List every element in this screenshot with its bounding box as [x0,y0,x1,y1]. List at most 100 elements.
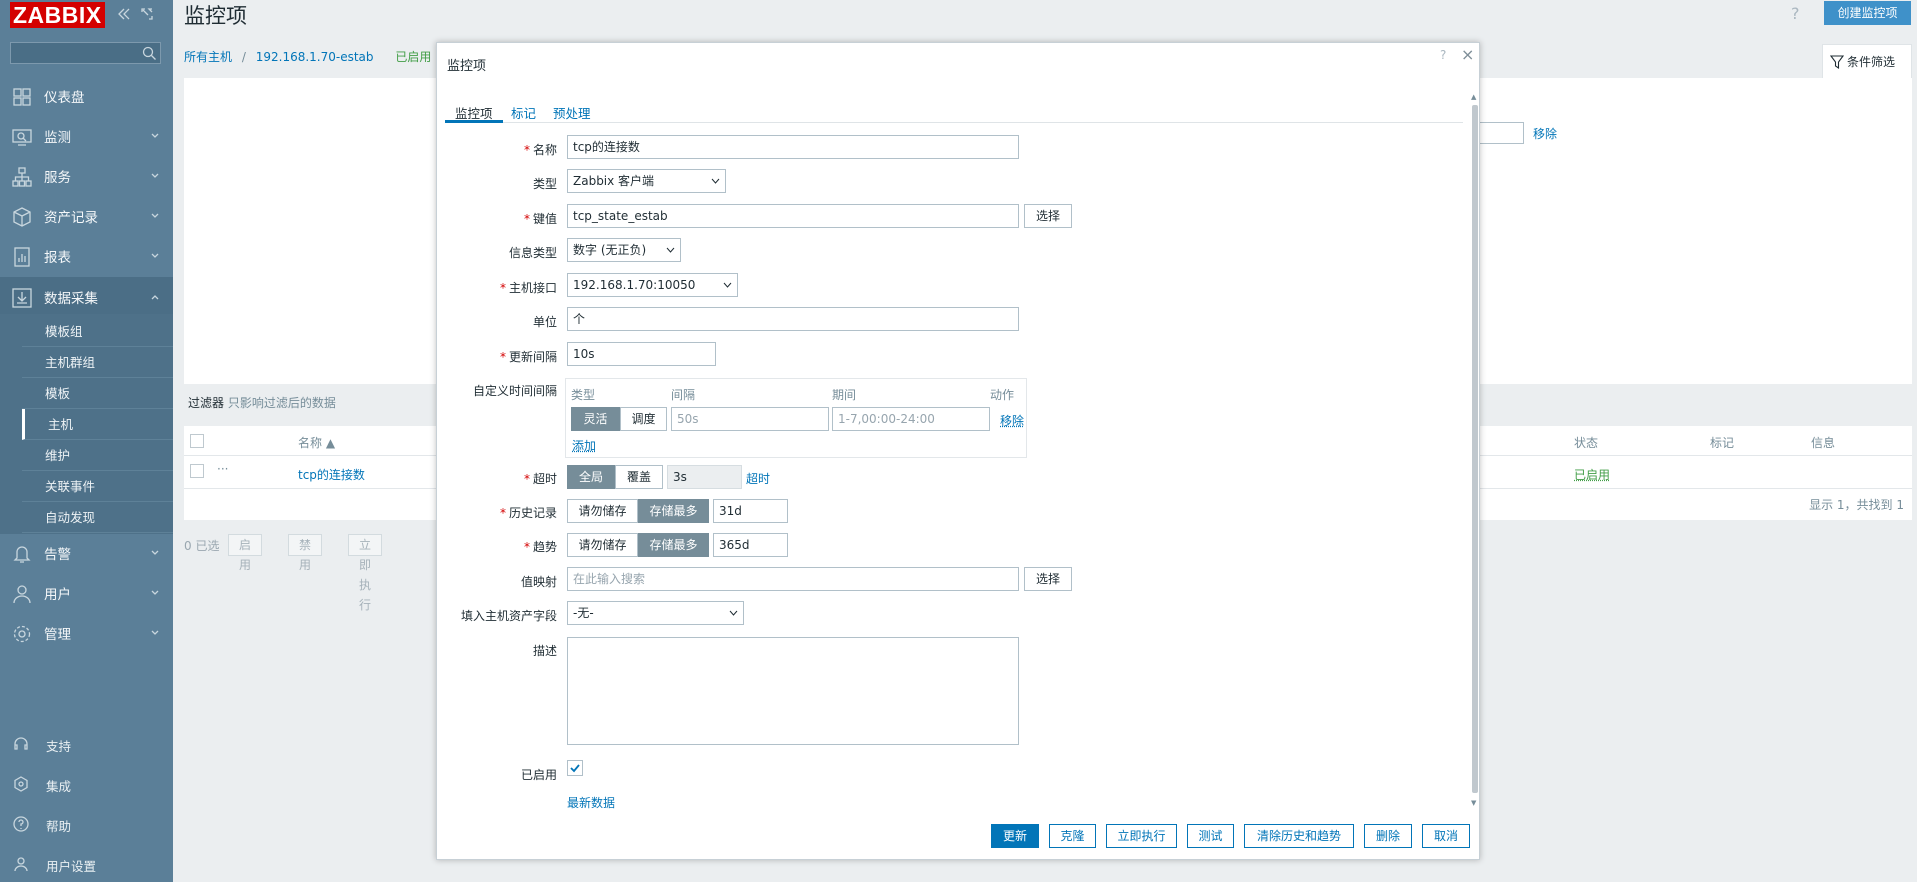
breadcrumb-all-hosts[interactable]: 所有主机 [184,50,232,64]
more-icon[interactable]: ··· [217,462,228,476]
custom-remove-link[interactable]: 移除 [1000,412,1024,429]
trends-do-not-store-toggle[interactable]: 请勿储存 [567,533,638,557]
menu-user-settings[interactable]: 用户设置 [0,847,173,881]
menu-data-collection[interactable]: 数据采集 [0,277,173,317]
custom-add-link[interactable]: 添加 [572,437,596,454]
data-collection-icon [12,288,32,308]
menu-support[interactable]: 支持 [0,727,173,761]
menu-reports[interactable]: 报表 [0,236,173,276]
timeout-input[interactable]: 3s [667,465,742,489]
item-name-link[interactable]: tcp的连接数 [298,466,365,483]
select-all-checkbox[interactable] [190,434,204,448]
collapse-sidebar-icon[interactable] [117,7,131,21]
menu-administration[interactable]: 管理 [0,613,173,653]
clear-history-button[interactable]: 清除历史和趋势 [1244,824,1354,848]
tab-tags[interactable]: 标记 [501,103,546,123]
custom-period-input[interactable]: 1-7,00:00-24:00 [832,407,990,431]
custom-interval-input[interactable]: 50s [671,407,829,431]
mass-execute-button[interactable]: 立即执行 [348,534,383,612]
item-status[interactable]: 已启用 [1574,466,1610,483]
description-textarea[interactable] [567,637,1019,745]
interface-select[interactable]: 192.168.1.70:10050 [567,273,738,297]
history-store-up-to-toggle[interactable]: 存储最多 [638,499,709,523]
timeout-global-toggle[interactable]: 全局 [567,465,615,489]
trends-input[interactable]: 365d [713,533,788,557]
column-header-status[interactable]: 状态 [1574,434,1598,451]
column-header-name[interactable]: 名称 ▲ [298,434,335,451]
submenu-discovery[interactable]: 自动发现 [22,502,173,533]
units-input[interactable]: 个 [567,307,1019,331]
breadcrumb-host[interactable]: 192.168.1.70-estab [256,50,374,64]
submenu-host-groups[interactable]: 主机群组 [22,347,173,378]
kiosk-mode-icon[interactable] [140,7,154,21]
menu-alerts[interactable]: 告警 [0,533,173,573]
test-button[interactable]: 测试 [1187,824,1234,848]
cancel-button[interactable]: 取消 [1422,824,1470,848]
menu-label: 管理 [44,627,71,643]
key-select-button[interactable]: 选择 [1024,204,1072,228]
row-checkbox[interactable] [190,464,204,478]
dialog-help-icon[interactable]: ? [1440,48,1446,62]
submenu-event-correlation[interactable]: 关联事件 [22,471,173,502]
tab-preprocessing[interactable]: 预处理 [543,103,601,123]
history-label: * 历史记录 [499,506,557,520]
scroll-thumb[interactable] [1472,105,1478,793]
inventory-select[interactable]: -无- [567,601,744,625]
menu-users[interactable]: 用户 [0,573,173,613]
mass-disable-button[interactable]: 禁用 [288,534,323,572]
menu-inventory[interactable]: 资产记录 [0,196,173,236]
zabbix-logo[interactable]: ZABBIX [10,2,105,28]
type-select[interactable]: Zabbix 客户端 [567,169,726,193]
help-icon[interactable]: ? [1791,4,1800,23]
sidebar-search-input[interactable] [10,42,161,64]
info-type-select[interactable]: 数字 (无正负) [567,238,681,262]
chevron-down-icon [151,590,159,595]
chevron-down-icon [151,253,159,258]
menu-label: 仪表盘 [44,90,85,106]
submenu-hosts[interactable]: 主机 [22,409,173,440]
filter-remove-link[interactable]: 移除 [1533,125,1557,142]
update-button[interactable]: 更新 [991,824,1039,848]
menu-help[interactable]: 帮助 [0,807,173,841]
menu-monitoring[interactable]: 监测 [0,116,173,156]
menu-dashboard[interactable]: 仪表盘 [0,76,173,116]
scroll-up-icon[interactable]: ▲ [1471,93,1476,101]
value-map-input[interactable]: 在此输入搜索 [567,567,1019,591]
update-interval-input[interactable]: 10s [567,342,716,366]
col-interval: 间隔 [671,388,696,402]
col-action: 动作 [990,388,1015,402]
dialog-scrollbar[interactable]: ▲ ▼ [1471,93,1479,809]
value-map-select-button[interactable]: 选择 [1024,567,1072,591]
history-do-not-store-toggle[interactable]: 请勿储存 [567,499,638,523]
enabled-checkbox[interactable] [567,760,583,776]
name-input[interactable]: tcp的连接数 [567,135,1019,159]
filter-tab[interactable]: 条件筛选 [1822,44,1912,78]
history-input[interactable]: 31d [713,499,788,523]
delete-button[interactable]: 删除 [1364,824,1412,848]
create-item-button[interactable]: 创建监控项 [1824,1,1911,25]
submenu-templates[interactable]: 模板 [22,378,173,409]
latest-data-link[interactable]: 最新数据 [567,794,615,811]
execute-now-button[interactable]: 立即执行 [1106,824,1177,848]
col-period: 期间 [832,388,857,402]
menu-services[interactable]: 服务 [0,156,173,196]
search-icon[interactable] [142,46,157,61]
trends-store-up-to-toggle[interactable]: 存储最多 [638,533,709,557]
timeout-override-toggle[interactable]: 覆盖 [615,465,663,489]
scroll-down-icon[interactable]: ▼ [1471,799,1476,807]
menu-integrations[interactable]: 集成 [0,767,173,801]
clone-button[interactable]: 克隆 [1049,824,1096,848]
tab-item[interactable]: 监控项 [445,103,503,123]
chevron-down-icon [151,213,159,218]
submenu-maintenance[interactable]: 维护 [22,440,173,471]
filter-label: 过滤器 只影响过滤后的数据 [188,394,336,411]
submenu-template-groups[interactable]: 模板组 [22,316,173,347]
key-input[interactable]: tcp_state_estab [567,204,1019,228]
mass-enable-button[interactable]: 启用 [228,534,263,572]
close-icon[interactable]: × [1461,45,1474,64]
timeout-link[interactable]: 超时 [746,470,770,487]
scheduling-toggle[interactable]: 调度 [620,407,667,431]
filter-tag-input[interactable] [1474,122,1524,144]
menu-label: 帮助 [46,819,72,834]
flexible-toggle[interactable]: 灵活 [571,407,620,431]
